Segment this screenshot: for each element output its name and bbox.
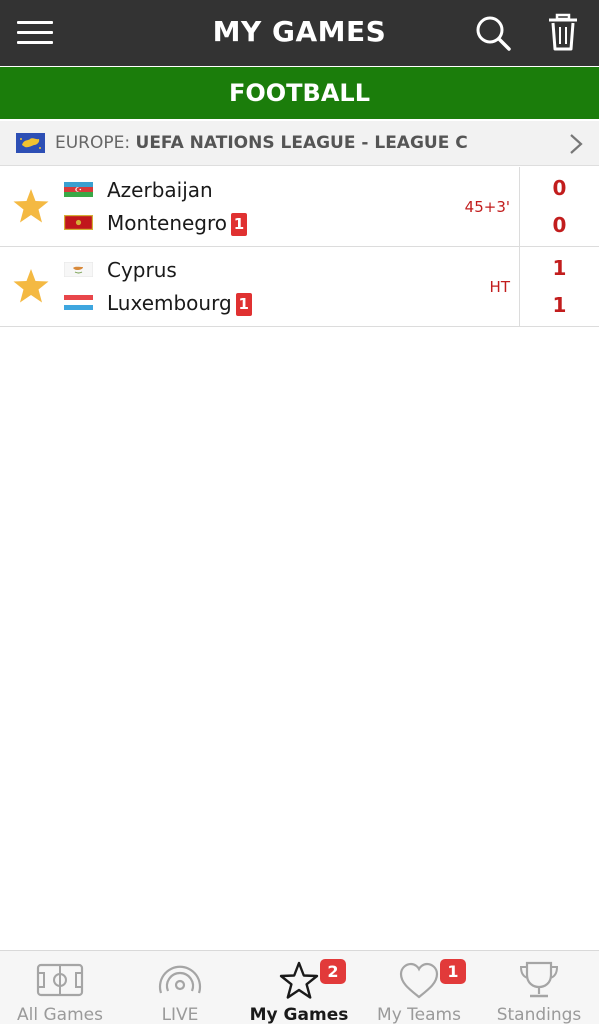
tab-my-teams[interactable]: 1 My Teams (359, 951, 479, 1024)
my-teams-count-badge: 1 (440, 959, 466, 984)
sport-header: FOOTBALL (0, 67, 599, 119)
home-score: 0 (552, 176, 567, 200)
live-broadcast-icon (158, 965, 202, 994)
hamburger-menu-icon (17, 21, 53, 24)
match-status: HT (489, 278, 510, 296)
chevron-right-icon (570, 134, 583, 154)
team-name: Luxembourg (107, 291, 232, 315)
trophy-icon (519, 961, 559, 998)
team-name: Azerbaijan (107, 178, 213, 202)
luxembourg-flag-icon (64, 295, 93, 310)
cyprus-flag-icon (64, 262, 93, 277)
league-header[interactable]: EUROPE: UEFA NATIONS LEAGUE - LEAGUE C (0, 121, 599, 166)
top-app-bar: MY GAMES (0, 0, 599, 66)
league-region: EUROPE: (55, 133, 131, 153)
team-name: Montenegro (107, 211, 228, 235)
bottom-navigation: All Games LIVE 2 My Games 1 My Teams Sta… (0, 950, 599, 1024)
search-button[interactable] (470, 11, 516, 55)
my-games-count-badge: 2 (320, 959, 346, 984)
menu-button[interactable] (10, 12, 60, 54)
tab-label: Standings (496, 1005, 582, 1024)
league-name: UEFA NATIONS LEAGUE - LEAGUE C (135, 133, 468, 153)
europe-flag-icon (16, 133, 45, 153)
home-team: Azerbaijan (107, 177, 213, 203)
team-name: Cyprus (107, 258, 177, 282)
star-icon[interactable] (12, 188, 50, 225)
trash-icon (549, 13, 577, 51)
hamburger-menu-icon-bar (17, 31, 53, 34)
football-pitch-icon (36, 963, 84, 997)
montenegro-flag-icon (64, 215, 93, 230)
tab-label: My Games (249, 1005, 349, 1024)
tab-label: LIVE (161, 1005, 199, 1024)
tab-my-games[interactable]: 2 My Games (239, 951, 359, 1024)
home-score: 1 (552, 256, 567, 280)
red-card-badge: 1 (235, 293, 252, 316)
away-score: 0 (552, 213, 567, 237)
tab-live[interactable]: LIVE (120, 951, 240, 1024)
tab-standings[interactable]: Standings (479, 951, 599, 1024)
search-icon (476, 16, 511, 51)
red-card-badge: 1 (231, 213, 248, 236)
match-row[interactable]: Cyprus Luxembourg 1 HT 1 1 (0, 247, 599, 327)
star-icon[interactable] (12, 268, 50, 305)
away-team: Montenegro 1 (107, 210, 248, 236)
away-team: Luxembourg 1 (107, 290, 252, 316)
away-score: 1 (552, 293, 567, 317)
tab-all-games[interactable]: All Games (0, 951, 120, 1024)
match-status: 45+3' (464, 198, 510, 216)
hamburger-menu-icon-bar (17, 41, 53, 44)
azerbaijan-flag-icon (64, 182, 93, 197)
match-row[interactable]: Azerbaijan Montenegro 1 45+3' 0 0 (0, 167, 599, 247)
league-title: EUROPE: UEFA NATIONS LEAGUE - LEAGUE C (55, 121, 468, 166)
delete-button[interactable] (540, 11, 586, 55)
tab-label: My Teams (377, 1005, 461, 1024)
tab-label: All Games (17, 1005, 103, 1024)
home-team: Cyprus (107, 257, 177, 283)
